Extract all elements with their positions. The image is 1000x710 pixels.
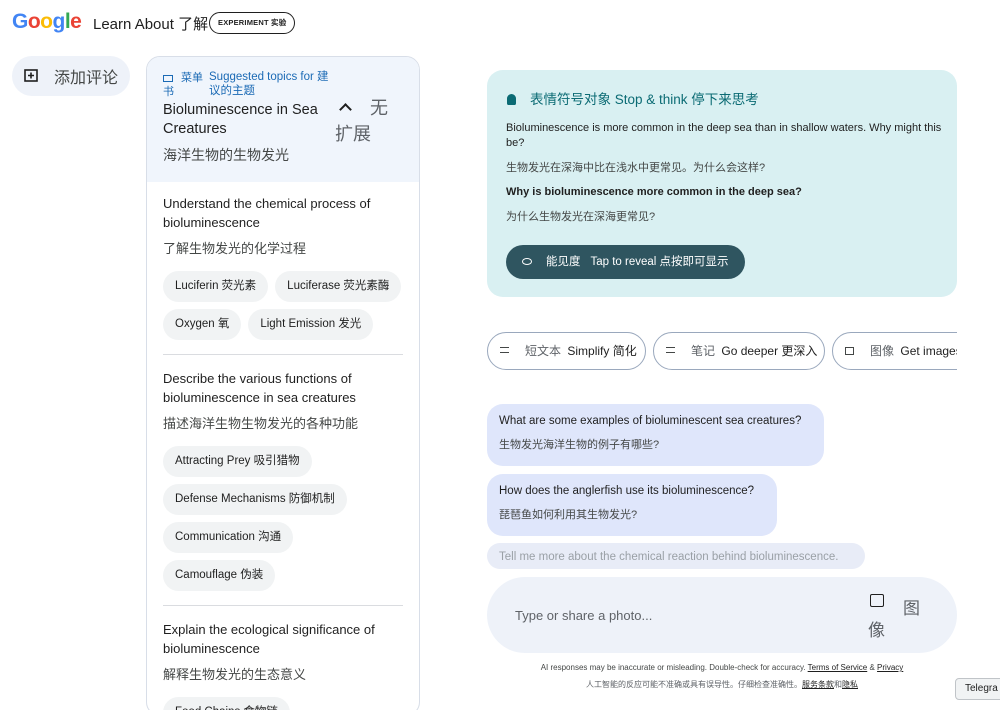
get-images-label: Get images — [900, 344, 957, 358]
logo-letter-g1: G — [12, 10, 28, 33]
chip-luciferin[interactable]: Luciferin 荧光素 — [163, 271, 269, 302]
sidebar-header: 菜单书 Suggested topics for 建议的主题 Biolumine… — [147, 57, 419, 182]
topic-title-zh: 海洋生物的生物发光 — [163, 147, 289, 163]
privacy-link[interactable]: Privacy — [877, 663, 903, 672]
topic-section-2: Describe the various functions of biolum… — [147, 355, 419, 591]
disclaimer-en: AI responses may be inaccurate or mislea… — [487, 663, 957, 672]
terms-link[interactable]: Terms of Service — [808, 663, 868, 672]
reveal-zh: 能见度 — [546, 256, 581, 268]
go-deeper-label: Go deeper 更深入 — [721, 344, 818, 358]
question-text-zh: 琵琶鱼如何利用其生物发光? — [499, 509, 638, 521]
logo-letter-o1: o — [27, 10, 41, 33]
add-comment-button[interactable]: 添加评论 — [12, 56, 130, 96]
action-pills: 短文本 Simplify 简化 笔记 Go deeper 更深入 图像 Get … — [487, 332, 957, 372]
menu-book-icon — [163, 74, 173, 82]
simplify-zh: 短文本 — [525, 344, 562, 358]
chip-defense-mechanisms[interactable]: Defense Mechanisms 防御机制 — [163, 484, 347, 515]
google-logo[interactable]: Google — [12, 10, 82, 34]
topic-section-3: Explain the ecological significance of b… — [147, 606, 419, 710]
suggested-question-2[interactable]: How does the anglerfish use its biolumin… — [487, 474, 777, 536]
collapse-button[interactable]: 无扩展 — [335, 95, 405, 147]
short-text-icon — [500, 347, 509, 353]
chip-group: Luciferin 荧光素 Luciferase 荧光素酶 Oxygen 氧 L… — [163, 271, 413, 340]
logo-letter-g2: g — [52, 10, 66, 33]
chip-light-emission[interactable]: Light Emission 发光 — [248, 309, 374, 340]
telegram-tab[interactable]: Telegra — [955, 678, 1000, 700]
chat-input-placeholder: Type or share a photo... — [515, 608, 653, 623]
chip-camouflage[interactable]: Camouflage 伪装 — [163, 560, 276, 591]
chat-input-box[interactable]: Type or share a photo... 图 像 — [487, 577, 957, 653]
app-title: Learn About 了解 — [93, 16, 209, 33]
card-heading: 表情符号对象 Stop & think 停下来思考 — [507, 88, 759, 108]
chip-oxygen[interactable]: Oxygen 氧 — [163, 309, 242, 340]
topic-title: Bioluminescence in Sea Creatures — [163, 102, 318, 137]
topic-section-1: Understand the chemical process of biolu… — [147, 182, 419, 340]
terms-link-zh[interactable]: 服务条款 — [802, 680, 834, 689]
chip-luciferase[interactable]: Luciferase 荧光素酶 — [275, 271, 402, 302]
photo-label: 图 — [903, 599, 920, 618]
reveal-label: Tap to reveal 点按即可显示 — [590, 256, 729, 268]
add-comment-icon — [24, 69, 38, 83]
section-title-zh: 解释生物发光的生态意义 — [163, 667, 307, 682]
chip-group: Food Chains 食物链 — [163, 697, 413, 710]
question-text: How does the anglerfish use its biolumin… — [499, 485, 755, 497]
disclaimer-amp: & — [869, 663, 875, 672]
logo-letter-e: e — [70, 10, 82, 33]
tap-to-reveal-button[interactable]: 能见度 Tap to reveal 点按即可显示 — [506, 245, 745, 279]
card-heading-text: 表情符号对象 Stop & think 停下来思考 — [530, 92, 759, 107]
card-paragraph: Bioluminescence is more common in the de… — [506, 122, 942, 149]
card-question-zh: 为什么生物发光在深海更常见? — [506, 211, 656, 223]
disclaimer-zh: 人工智能的反应可能不准确或具有误导性。仔细检查准确性。服务条款和隐私 — [487, 679, 957, 690]
section-title[interactable]: Understand the chemical process of biolu… — [163, 194, 393, 232]
chevron-up-icon — [339, 102, 352, 116]
card-question: Why is bioluminescence more common in th… — [506, 186, 802, 198]
section-title-zh: 了解生物发光的化学过程 — [163, 241, 307, 256]
disclaimer-text-zh: 人工智能的反应可能不准确或具有误导性。仔细检查准确性。 — [586, 680, 802, 689]
privacy-link-zh[interactable]: 隐私 — [842, 680, 858, 689]
topics-sidebar: 菜单书 Suggested topics for 建议的主题 Biolumine… — [146, 56, 420, 710]
simplify-label: Simplify 简化 — [567, 344, 637, 358]
question-text-zh: 生物发光海洋生物的例子有哪些? — [499, 439, 660, 451]
disclaimer-and-zh: 和 — [834, 680, 842, 689]
suggested-question-3[interactable]: Tell me more about the chemical reaction… — [487, 543, 865, 569]
chip-attracting-prey[interactable]: Attracting Prey 吸引猎物 — [163, 446, 312, 477]
suggested-question-1[interactable]: What are some examples of bioluminescent… — [487, 404, 824, 466]
photo-label-line2: 像 — [868, 621, 885, 640]
section-title[interactable]: Describe the various functions of biolum… — [163, 369, 393, 407]
menu-book-button[interactable]: 菜单书 — [163, 71, 203, 99]
experiment-badge: EXPERIMENT 实验 — [209, 12, 296, 34]
notes-icon — [666, 347, 675, 353]
add-photo-button[interactable]: 图 像 — [867, 592, 927, 642]
stop-think-card: 表情符号对象 Stop & think 停下来思考 Bioluminescenc… — [487, 70, 957, 297]
logo-letter-o2: o — [40, 10, 53, 33]
chip-food-chains[interactable]: Food Chains 食物链 — [163, 697, 290, 710]
eye-icon — [522, 258, 532, 265]
disclaimer-text: AI responses may be inaccurate or mislea… — [540, 663, 806, 672]
image-icon — [845, 347, 854, 355]
section-title-zh: 描述海洋生物生物发光的各种功能 — [163, 416, 359, 431]
get-images-zh: 图像 — [870, 344, 895, 358]
photo-icon — [870, 594, 884, 607]
question-text: What are some examples of bioluminescent… — [499, 415, 802, 427]
chip-communication[interactable]: Communication 沟通 — [163, 522, 294, 553]
section-title[interactable]: Explain the ecological significance of b… — [163, 620, 393, 658]
simplify-button[interactable]: 短文本 Simplify 简化 — [487, 332, 646, 370]
get-images-button[interactable]: 图像 Get images — [832, 332, 957, 370]
header: Google Learn About 了解 EXPERIMENT 实验 — [0, 0, 1000, 46]
go-deeper-button[interactable]: 笔记 Go deeper 更深入 — [653, 332, 825, 370]
lightbulb-icon — [507, 94, 516, 105]
go-deeper-zh: 笔记 — [691, 344, 716, 358]
chip-group: Attracting Prey 吸引猎物 Defense Mechanisms … — [163, 446, 413, 591]
add-comment-label: 添加评论 — [54, 70, 119, 87]
suggested-topics-label: Suggested topics for 建议的主题 — [209, 71, 329, 97]
card-paragraph-zh: 生物发光在深海中比在浅水中更常见。为什么会这样? — [506, 162, 766, 174]
